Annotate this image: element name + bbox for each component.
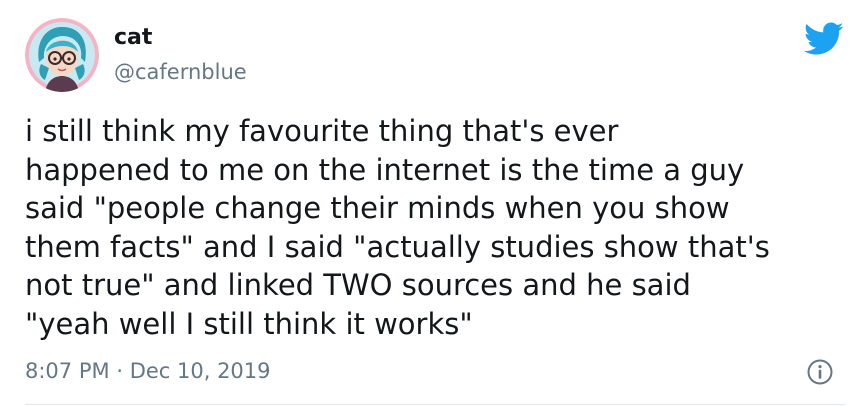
avatar-image xyxy=(25,18,99,92)
avatar[interactable] xyxy=(25,18,99,92)
display-name[interactable]: cat xyxy=(114,24,152,52)
tweet-date: Dec 10, 2019 xyxy=(129,359,271,383)
divider xyxy=(25,404,845,405)
tweet-text: i still think my favourite thing that's … xyxy=(25,114,770,341)
info-icon[interactable] xyxy=(806,358,834,386)
tweet-card: cat @cafernblue i still think my favouri… xyxy=(0,0,868,406)
twitter-bird-icon[interactable] xyxy=(804,22,844,56)
tweet-time: 8:07 PM xyxy=(25,359,110,383)
meta-separator: · xyxy=(116,359,123,383)
user-handle[interactable]: @cafernblue xyxy=(114,58,247,86)
tweet-timestamp[interactable]: 8:07 PM · Dec 10, 2019 xyxy=(25,357,271,385)
